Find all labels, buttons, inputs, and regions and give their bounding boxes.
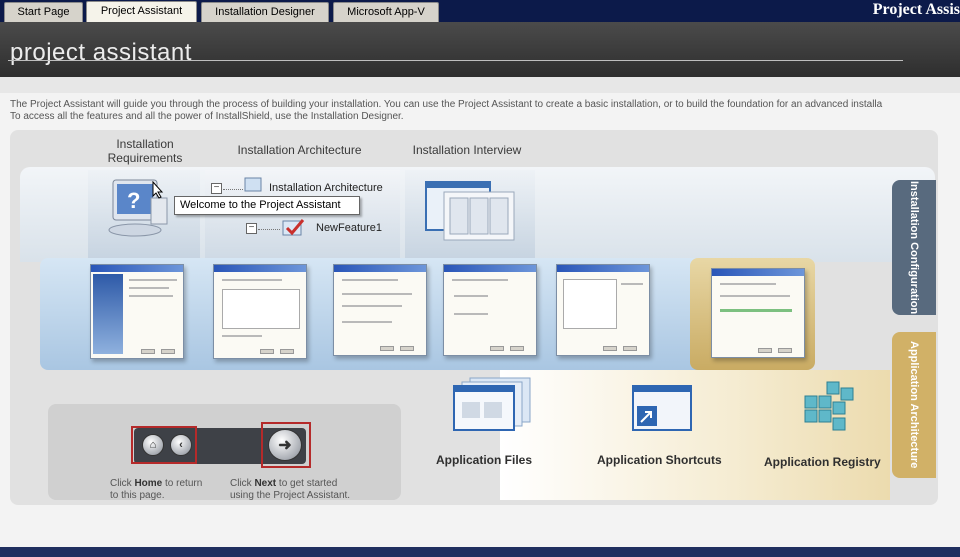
- tab-start-page[interactable]: Start Page: [4, 2, 83, 22]
- tree-node-installation-architecture[interactable]: Installation Architecture: [269, 182, 383, 194]
- next-hint: Click Next to get started using the Proj…: [230, 478, 350, 502]
- tree-collapse-icon[interactable]: −: [211, 183, 222, 194]
- welcome-tooltip: Welcome to the Project Assistant: [174, 196, 360, 215]
- hint-keyword-home: Home: [134, 478, 163, 489]
- intro-line-1: The Project Assistant will guide you thr…: [10, 99, 883, 110]
- application-registry-label[interactable]: Application Registry: [764, 455, 881, 469]
- brand-title: Project Assis: [872, 1, 960, 18]
- tab-bar: Start Page Project Assistant Installatio…: [0, 0, 960, 23]
- column-installation-architecture[interactable]: Installation Architecture: [222, 143, 377, 157]
- installation-architecture-icon: [244, 177, 262, 192]
- intro-line-2: To access all the features and all the p…: [10, 111, 404, 122]
- wizard-thumb-setup-type[interactable]: [443, 264, 537, 356]
- tree-connector: [258, 229, 280, 230]
- hint-text: Click: [230, 478, 252, 489]
- application-shortcuts-icon[interactable]: [631, 384, 693, 434]
- hint-text: to get started: [278, 478, 338, 489]
- tab-installation-designer[interactable]: Installation Designer: [201, 2, 329, 22]
- wizard-thumb-ready-to-install[interactable]: [711, 268, 805, 358]
- column-label-line-1: Installation: [116, 137, 174, 151]
- wizard-thumb-customer-info[interactable]: [333, 264, 427, 356]
- hint-text: Click: [110, 478, 132, 489]
- home-hint: Click Home to return to this page.: [110, 478, 202, 502]
- tab-microsoft-app-v[interactable]: Microsoft App-V: [333, 2, 439, 22]
- tree-connector: [223, 189, 243, 190]
- column-installation-interview[interactable]: Installation Interview: [397, 143, 537, 157]
- side-tab-application-architecture[interactable]: Application Architecture: [892, 332, 936, 478]
- feature-check-icon: [282, 219, 305, 236]
- wizard-thumb-license[interactable]: [213, 264, 307, 359]
- home-button[interactable]: ⌂: [142, 434, 164, 456]
- next-button[interactable]: ➜: [268, 429, 302, 461]
- column-label-line-2: Requirements: [107, 151, 183, 165]
- header-divider: [8, 60, 903, 61]
- interview-dialogs-icon[interactable]: [424, 180, 516, 242]
- tab-project-assistant[interactable]: Project Assistant: [86, 1, 197, 23]
- tree-node-newfeature1[interactable]: NewFeature1: [316, 222, 382, 234]
- application-files-label[interactable]: Application Files: [436, 453, 532, 467]
- tree-expand-icon[interactable]: −: [246, 223, 257, 234]
- hint-keyword-next: Next: [254, 478, 277, 489]
- application-files-icon[interactable]: [452, 376, 534, 436]
- application-registry-icon[interactable]: [797, 376, 859, 438]
- svg-text:?: ?: [127, 188, 140, 213]
- page-header: project assistant: [0, 22, 960, 77]
- back-button[interactable]: ‹: [170, 434, 192, 456]
- hint-text: to this page.: [110, 490, 165, 501]
- application-shortcuts-label[interactable]: Application Shortcuts: [597, 453, 722, 467]
- wizard-thumb-welcome[interactable]: [90, 264, 184, 359]
- header-spacer: [0, 77, 960, 93]
- mouse-cursor-icon: [152, 181, 164, 199]
- intro-text: The Project Assistant will guide you thr…: [10, 99, 960, 123]
- side-tab-installation-configuration[interactable]: Installation Configuration: [892, 180, 936, 315]
- wizard-thumb-custom-setup[interactable]: [556, 264, 650, 356]
- column-installation-requirements[interactable]: Installation Requirements: [90, 137, 200, 165]
- page-title: project assistant: [10, 39, 192, 66]
- taskbar-strip: [0, 547, 960, 557]
- hint-text: to return: [165, 478, 203, 489]
- hint-text: using the Project Assistant.: [230, 490, 351, 501]
